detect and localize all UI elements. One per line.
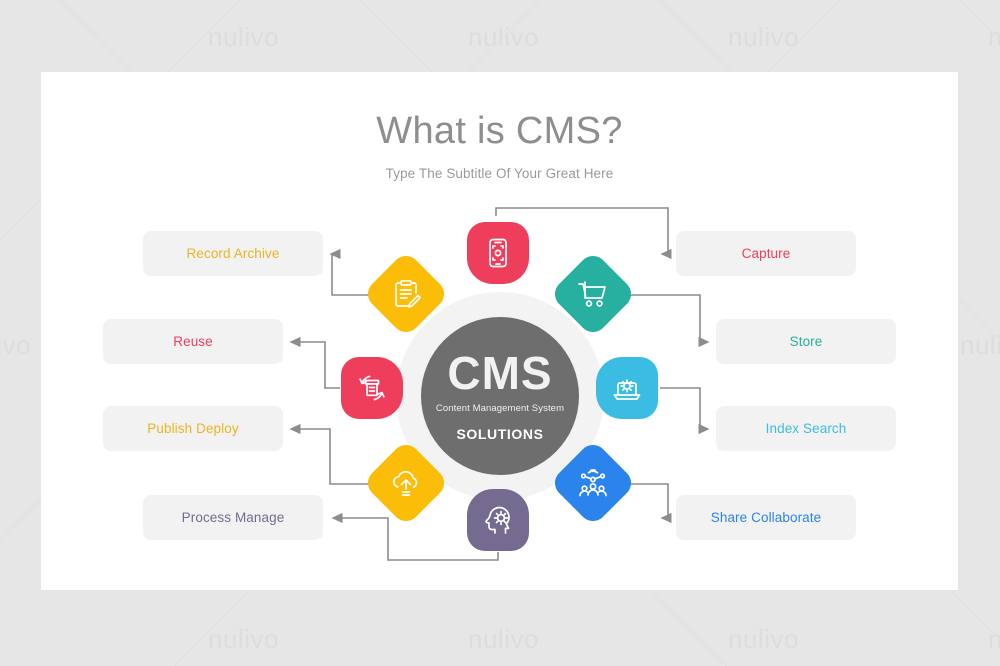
label-text: Record Archive bbox=[186, 246, 280, 261]
hub-subtitle: Content Management System bbox=[435, 403, 565, 414]
label-text: Reuse bbox=[173, 334, 213, 349]
cms-infographic: CMS Content Management System SOLUTIONS … bbox=[0, 0, 1000, 666]
recycle-archive-icon bbox=[356, 372, 388, 404]
reuse-badge[interactable] bbox=[341, 357, 403, 419]
label-capture[interactable]: Capture bbox=[676, 231, 856, 276]
slide-stage: nulivonulivonulivonulivonulivonulivonuli… bbox=[0, 0, 1000, 666]
shopping-cart-icon bbox=[577, 278, 609, 310]
label-text: Process Manage bbox=[181, 510, 285, 525]
label-text: Publish Deploy bbox=[147, 421, 239, 436]
label-index-search[interactable]: Index Search bbox=[716, 406, 896, 451]
label-text: Store bbox=[789, 334, 823, 349]
index-search-badge[interactable] bbox=[596, 357, 658, 419]
label-text: Index Search bbox=[765, 421, 847, 436]
head-gear-icon bbox=[482, 504, 514, 536]
cloud-upload-icon bbox=[390, 467, 422, 499]
label-share-collaborate[interactable]: Share Collaborate bbox=[676, 495, 856, 540]
label-text: Share Collaborate bbox=[710, 510, 822, 525]
label-store[interactable]: Store bbox=[716, 319, 896, 364]
connector-reuse bbox=[289, 336, 340, 389]
network-people-icon bbox=[577, 467, 609, 499]
connector-publish-deploy bbox=[289, 423, 380, 485]
label-reuse[interactable]: Reuse bbox=[103, 319, 283, 364]
connector-store bbox=[620, 294, 710, 348]
process-manage-badge[interactable] bbox=[467, 489, 529, 551]
label-process-manage[interactable]: Process Manage bbox=[143, 495, 323, 540]
label-record-archive[interactable]: Record Archive bbox=[143, 231, 323, 276]
clipboard-pencil-icon bbox=[390, 278, 422, 310]
laptop-gear-icon bbox=[611, 372, 643, 404]
hub-tagline: SOLUTIONS bbox=[456, 426, 544, 442]
capture-badge[interactable] bbox=[467, 222, 529, 284]
smartphone-scan-icon bbox=[482, 237, 514, 269]
label-text: Capture bbox=[741, 246, 791, 261]
hub-title: CMS bbox=[447, 347, 553, 399]
label-publish-deploy[interactable]: Publish Deploy bbox=[103, 406, 283, 451]
hub-circle: CMS Content Management System SOLUTIONS bbox=[421, 317, 579, 475]
connector-index-search bbox=[660, 387, 710, 435]
